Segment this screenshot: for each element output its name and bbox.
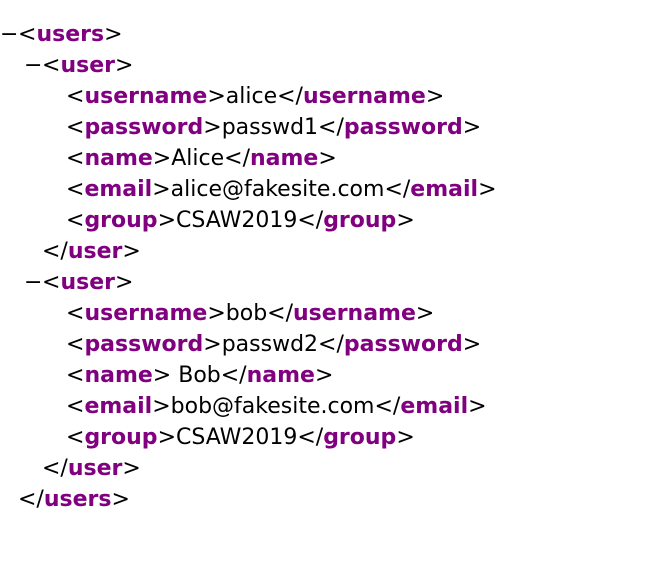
collapse-toggle-users[interactable]: − bbox=[0, 19, 18, 50]
tag-name: group bbox=[84, 208, 158, 233]
users-close-line: </users> bbox=[18, 487, 130, 512]
tag-name: password bbox=[84, 115, 204, 140]
tag-name: email bbox=[410, 177, 479, 202]
tag-name: password bbox=[343, 115, 463, 140]
tag-name: user bbox=[67, 456, 123, 481]
tag-name: username bbox=[84, 301, 208, 326]
tag-name: user bbox=[60, 270, 115, 295]
field-value: Alice bbox=[171, 146, 225, 171]
tag-name: username bbox=[293, 301, 416, 326]
field-value: bob bbox=[225, 301, 268, 326]
tag-name: password bbox=[84, 332, 204, 357]
field-line: <username>alice</username> bbox=[66, 84, 445, 109]
field-value: passwd1 bbox=[221, 115, 319, 140]
tag-name: username bbox=[84, 84, 208, 109]
field-value: alice@fakesite.com bbox=[170, 177, 385, 202]
user-open-line: −<user> bbox=[0, 50, 497, 81]
tag-name: users bbox=[36, 22, 105, 47]
tag-name: group bbox=[323, 208, 397, 233]
field-value: CSAW2019 bbox=[176, 425, 298, 450]
collapse-toggle-user[interactable]: − bbox=[24, 50, 42, 81]
user-open-line: −<user> bbox=[0, 267, 497, 298]
field-line: <username>bob</username> bbox=[66, 301, 435, 326]
tag-name: users bbox=[43, 487, 112, 512]
field-line: <password>passwd1</password> bbox=[66, 115, 482, 140]
tag-name: name bbox=[84, 363, 153, 388]
tag-name: password bbox=[343, 332, 463, 357]
field-line: <name> Bob</name> bbox=[66, 363, 334, 388]
tag-name: group bbox=[323, 425, 397, 450]
field-value: CSAW2019 bbox=[176, 208, 298, 233]
field-value: Bob bbox=[171, 363, 221, 388]
tag-name: username bbox=[302, 84, 426, 109]
field-line: <password>passwd2</password> bbox=[66, 332, 482, 357]
field-value: alice bbox=[225, 84, 278, 109]
xml-tree-view: −<users> −<user> <username>alice</userna… bbox=[0, 19, 497, 515]
tag-name: user bbox=[67, 239, 123, 264]
field-value: passwd2 bbox=[221, 332, 319, 357]
user-close-line: </user> bbox=[42, 239, 141, 264]
field-line: <email>bob@fakesite.com</email> bbox=[66, 394, 487, 419]
tag-name: name bbox=[246, 363, 315, 388]
field-value: bob@fakesite.com bbox=[170, 394, 375, 419]
tag-name: email bbox=[84, 394, 153, 419]
collapse-toggle-user[interactable]: − bbox=[24, 267, 42, 298]
tag-name: group bbox=[84, 425, 158, 450]
tag-name: email bbox=[400, 394, 469, 419]
tag-name: user bbox=[60, 53, 115, 78]
users-open-line: −<users> bbox=[0, 19, 497, 50]
field-line: <group>CSAW2019</group> bbox=[66, 208, 415, 233]
tag-name: name bbox=[250, 146, 319, 171]
field-line: <email>alice@fakesite.com</email> bbox=[66, 177, 497, 202]
user-close-line: </user> bbox=[42, 456, 141, 481]
tag-name: name bbox=[84, 146, 153, 171]
tag-name: email bbox=[84, 177, 153, 202]
field-line: <group>CSAW2019</group> bbox=[66, 425, 415, 450]
field-line: <name>Alice</name> bbox=[66, 146, 337, 171]
